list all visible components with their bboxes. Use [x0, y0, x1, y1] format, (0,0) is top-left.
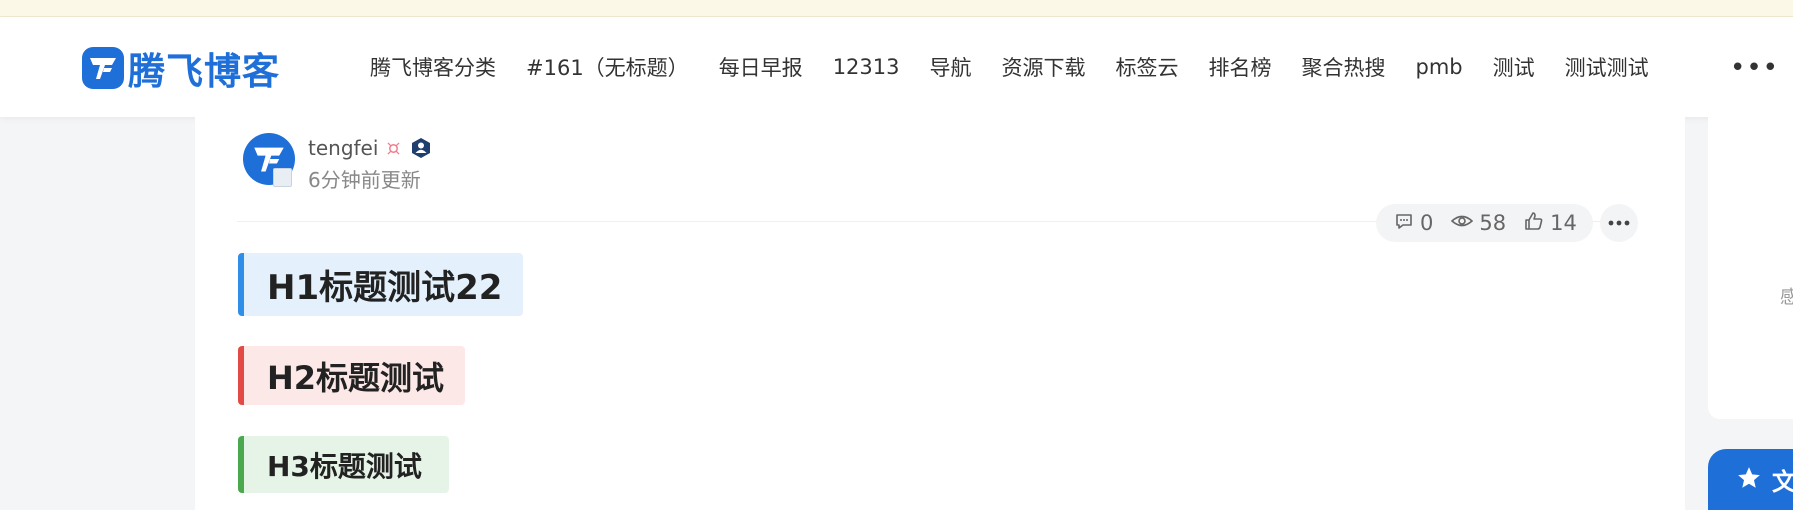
sidebar-article-button[interactable]: 文	[1708, 449, 1793, 510]
view-count: 58	[1451, 211, 1506, 236]
sidebar-button-label: 文	[1772, 468, 1793, 496]
sidebar-card	[1708, 117, 1793, 419]
site-header: 腾飞博客 腾飞博客分类 #161（无标题） 每日早报 12313 导航 资源下载…	[0, 17, 1793, 117]
nav-item-hot-search[interactable]: 聚合热搜	[1302, 52, 1386, 82]
heading-h3: H3标题测试	[238, 436, 449, 493]
view-count-value: 58	[1479, 211, 1507, 235]
comment-icon	[1394, 211, 1420, 236]
nav-more-icon[interactable]: •••	[1730, 53, 1779, 83]
nav-item-untitled[interactable]: #161（无标题）	[526, 52, 689, 82]
heading-h2-text: H2标题测试	[267, 358, 445, 397]
like-count[interactable]: 14	[1524, 211, 1577, 236]
author-info: tengfei 6分钟前更新	[308, 133, 432, 193]
avatar-badge-icon	[273, 168, 292, 187]
vip-badge-icon	[410, 137, 432, 159]
gender-icon	[387, 141, 400, 155]
logo-text: 腾飞博客	[128, 50, 280, 93]
like-count-value: 14	[1550, 211, 1577, 235]
avatar[interactable]	[243, 133, 295, 187]
logo-icon	[82, 47, 124, 89]
author-block: tengfei 6分钟前更新	[243, 133, 432, 193]
sidebar-faint-text: 感	[1780, 287, 1793, 308]
nav-item-test[interactable]: 测试	[1493, 52, 1535, 82]
comment-count-value: 0	[1420, 211, 1434, 235]
comment-count[interactable]: 0	[1394, 211, 1433, 236]
eye-icon	[1451, 211, 1479, 236]
site-logo[interactable]: 腾飞博客	[82, 46, 280, 93]
nav-item-test-test[interactable]: 测试测试	[1565, 52, 1649, 82]
thumbs-up-icon	[1524, 211, 1550, 236]
nav-item-daily[interactable]: 每日早报	[719, 52, 803, 82]
nav-item-navigation[interactable]: 导航	[930, 52, 972, 82]
post-stats: 0 58 14	[1376, 204, 1593, 242]
author-row: tengfei	[308, 136, 432, 160]
star-icon	[1736, 465, 1762, 495]
nav-item-12313[interactable]: 12313	[833, 55, 900, 79]
heading-h1-text: H1标题测试22	[267, 268, 503, 308]
main-nav: 腾飞博客分类 #161（无标题） 每日早报 12313 导航 资源下载 标签云 …	[370, 17, 1679, 117]
heading-h2: H2标题测试	[238, 346, 465, 405]
nav-item-category[interactable]: 腾飞博客分类	[370, 52, 496, 82]
top-notice-strip	[0, 0, 1793, 17]
nav-item-ranking[interactable]: 排名榜	[1209, 52, 1272, 82]
heading-h3-text: H3标题测试	[267, 449, 422, 483]
nav-item-pmb[interactable]: pmb	[1416, 55, 1463, 79]
nav-item-downloads[interactable]: 资源下载	[1002, 52, 1086, 82]
heading-h1: H1标题测试22	[238, 253, 523, 316]
author-name[interactable]: tengfei	[308, 136, 378, 160]
updated-time: 6分钟前更新	[308, 168, 421, 192]
more-icon[interactable]	[1600, 204, 1638, 242]
nav-item-tag-cloud[interactable]: 标签云	[1116, 52, 1179, 82]
